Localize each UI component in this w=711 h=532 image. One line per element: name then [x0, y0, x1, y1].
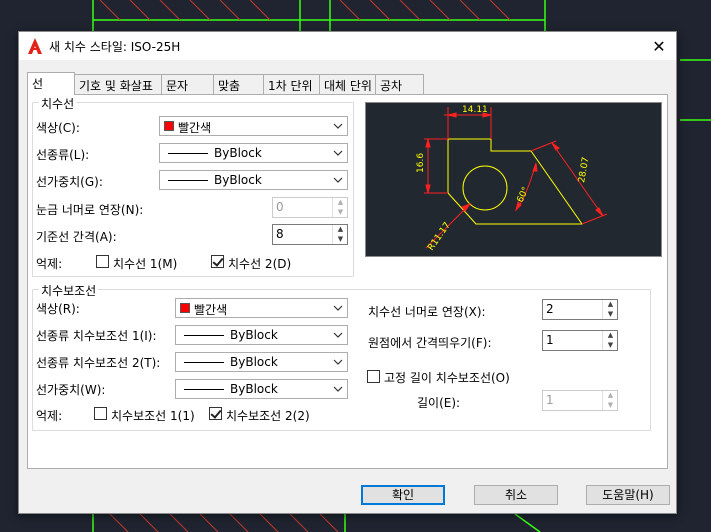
red-swatch	[164, 121, 174, 131]
spin-up-icon[interactable]: ▲	[603, 300, 618, 309]
spin-down-icon[interactable]: ▼	[333, 208, 348, 217]
ext-linetype2-label: 선종류 치수보조선 2(T):	[36, 356, 161, 370]
dimension-lines-group: 치수선 색상(C): 빨간색 선종류(L): ByBlock 선가중치(G): …	[32, 95, 354, 277]
ext-lineweight-dropdown[interactable]: ByBlock	[175, 379, 348, 399]
suppress-dim-line-2-label: 치수선 2(D)	[228, 257, 292, 271]
line-sample	[168, 180, 208, 181]
line-sample	[168, 153, 208, 154]
extend-ticks-spinbox[interactable]: 0 ▲ ▼	[272, 197, 348, 218]
preview-hole	[462, 165, 508, 211]
baseline-spacing-spinbox[interactable]: 8 ▲ ▼	[272, 224, 348, 245]
spin-down-icon[interactable]: ▼	[603, 310, 618, 319]
ext-linetype1-label: 선종류 치수보조선 1(I):	[36, 329, 157, 343]
spin-up-icon[interactable]: ▲	[333, 198, 348, 207]
tab-fit[interactable]: 맞춤	[214, 74, 264, 95]
chevron-down-icon	[333, 386, 343, 392]
line-sample	[184, 335, 224, 336]
line-sample	[184, 389, 224, 390]
chevron-down-icon	[333, 177, 343, 183]
length-spinbox[interactable]: 1 ▲ ▼	[542, 390, 618, 411]
offset-from-origin-label: 원점에서 간격띄우기(F):	[368, 336, 492, 350]
ext-lineweight-label: 선가중치(W):	[36, 383, 106, 397]
close-button[interactable]: ✕	[648, 36, 670, 56]
title-bar[interactable]: 새 치수 스타일: ISO-25H ✕	[19, 32, 676, 60]
dim-color-label: 색상(C):	[36, 121, 80, 135]
chevron-down-icon	[333, 150, 343, 156]
chevron-down-icon	[333, 305, 343, 311]
dim-color-dropdown[interactable]: 빨간색	[159, 116, 348, 136]
spin-up-icon[interactable]: ▲	[603, 391, 618, 400]
suppress-dim-line-1-checkbox[interactable]	[96, 255, 109, 268]
lines-tab-panel: 치수선 색상(C): 빨간색 선종류(L): ByBlock 선가중치(G): …	[27, 94, 668, 469]
cancel-button[interactable]: 취소	[474, 485, 558, 505]
red-swatch	[180, 303, 190, 313]
spin-down-icon[interactable]: ▼	[603, 401, 618, 410]
chevron-down-icon	[333, 359, 343, 365]
tab-primary-units[interactable]: 1차 단위	[264, 74, 320, 95]
offset-from-origin-spinbox[interactable]: 1 ▲ ▼	[542, 330, 618, 351]
extension-lines-group: 치수보조선 색상(R): 빨간색 선종류 치수보조선 1(I): ByBlock…	[32, 282, 651, 431]
suppress-ext-line-1-label: 치수보조선 1(1)	[111, 409, 195, 423]
chevron-down-icon	[333, 123, 343, 129]
tab-lines[interactable]: 선	[27, 72, 75, 95]
extend-beyond-spinbox[interactable]: 2 ▲ ▼	[542, 299, 618, 320]
fixed-length-label: 고정 길이 치수보조선(O)	[384, 371, 510, 385]
preview-drawing: 14.11 16.6 28.07 60° R11.17	[416, 105, 608, 253]
tab-tolerances[interactable]: 공차	[376, 74, 424, 95]
preview-dim-angle: 60°	[516, 186, 532, 205]
fixed-length-checkbox[interactable]	[367, 370, 380, 383]
tab-strip: 선 기호 및 화살표 문자 맞춤 1차 단위 대체 단위 공차	[27, 72, 424, 95]
dim-linetype-label: 선종류(L):	[36, 148, 90, 162]
preview-geometry	[447, 138, 583, 225]
preview-dim-top: 14.11	[462, 105, 488, 115]
chevron-down-icon	[333, 332, 343, 338]
suppress-ext-line-2-checkbox[interactable]	[209, 407, 222, 420]
ext-color-dropdown[interactable]: 빨간색	[175, 298, 348, 318]
line-sample	[184, 362, 224, 363]
group-title-dimension-lines: 치수선	[39, 95, 77, 112]
baseline-spacing-label: 기준선 간격(A):	[36, 230, 117, 244]
ext-linetype1-dropdown[interactable]: ByBlock	[175, 325, 348, 345]
extend-beyond-label: 치수선 너머로 연장(X):	[368, 305, 486, 319]
ext-suppress-label: 억제:	[36, 409, 63, 423]
preview-dim-right: 28.07	[577, 156, 591, 183]
dim-suppress-label: 억제:	[36, 257, 63, 271]
group-title-extension-lines: 치수보조선	[39, 282, 99, 299]
dim-lineweight-label: 선가중치(G):	[36, 175, 103, 189]
spin-down-icon[interactable]: ▼	[603, 341, 618, 350]
dimension-preview: 14.11 16.6 28.07 60° R11.17	[365, 102, 662, 257]
spin-up-icon[interactable]: ▲	[333, 225, 348, 234]
preview-dim-left: 16.6	[416, 153, 426, 173]
tab-alternate-units[interactable]: 대체 단위	[320, 74, 376, 95]
autocad-logo-icon	[28, 38, 42, 54]
ok-button[interactable]: 확인	[361, 485, 445, 505]
suppress-ext-line-1-checkbox[interactable]	[94, 407, 107, 420]
suppress-dim-line-2-checkbox[interactable]	[211, 255, 224, 268]
extend-ticks-label: 눈금 너머로 연장(N):	[36, 203, 144, 217]
spin-up-icon[interactable]: ▲	[603, 331, 618, 340]
tab-text[interactable]: 문자	[162, 74, 214, 95]
close-icon: ✕	[652, 36, 666, 56]
suppress-dim-line-1-label: 치수선 1(M)	[113, 257, 178, 271]
dimension-style-dialog: 새 치수 스타일: ISO-25H ✕ 선 기호 및 화살표 문자 맞춤 1차 …	[18, 31, 677, 514]
dialog-title: 새 치수 스타일: ISO-25H	[49, 40, 181, 54]
preview-dim-radius: R11.17	[426, 221, 453, 253]
dim-lineweight-dropdown[interactable]: ByBlock	[159, 170, 348, 190]
dim-linetype-dropdown[interactable]: ByBlock	[159, 143, 348, 163]
help-button[interactable]: 도움말(H)	[586, 485, 670, 505]
tab-symbols-arrows[interactable]: 기호 및 화살표	[75, 74, 162, 95]
length-label: 길이(E):	[417, 396, 461, 410]
spin-down-icon[interactable]: ▼	[333, 235, 348, 244]
ext-linetype2-dropdown[interactable]: ByBlock	[175, 352, 348, 372]
ext-color-label: 색상(R):	[36, 302, 80, 316]
suppress-ext-line-2-label: 치수보조선 2(2)	[226, 409, 310, 423]
